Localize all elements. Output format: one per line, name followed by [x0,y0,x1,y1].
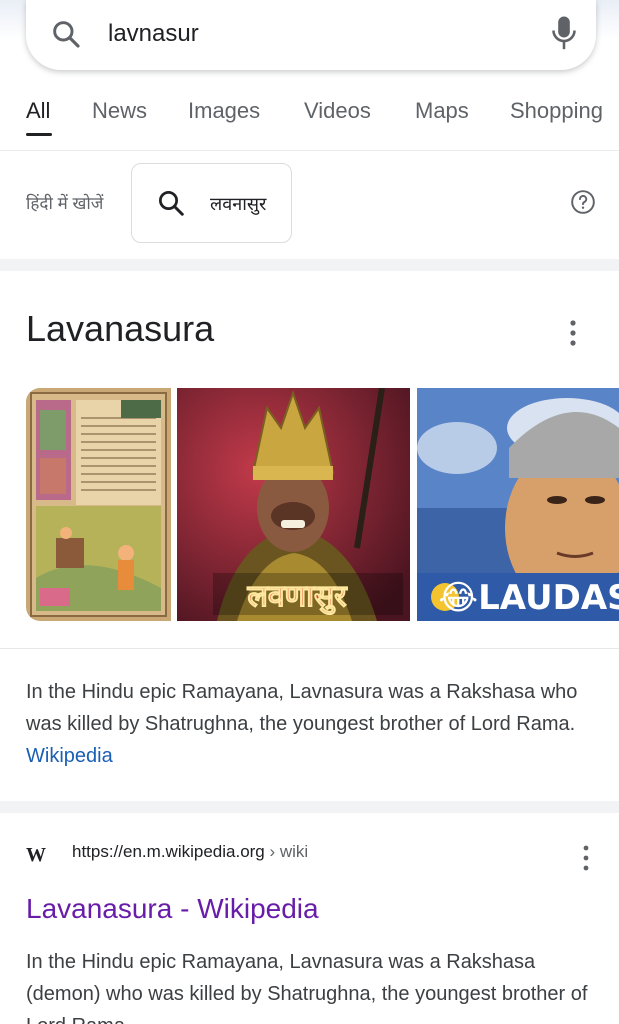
result-more-options-icon[interactable] [576,844,596,872]
description-text: In the Hindu epic Ramayana, Lavnasura wa… [26,681,578,735]
section-separator [0,259,619,271]
actor-image-caption: लवणासुर [246,579,348,615]
knowledge-panel-divider [0,648,619,649]
result-domain: https://en.m.wikipedia.org [72,842,265,861]
more-options-icon[interactable] [562,318,584,348]
search-tabs: All News Images Videos Maps Shopping [0,90,619,150]
search-icon [159,191,184,216]
image-thumbnail-actor[interactable]: लवणासुर [177,388,410,621]
search-bar[interactable]: lavnasur [26,0,596,70]
result-snippet: In the Hindu epic Ramayana, Lavnasura wa… [26,951,588,1024]
manuscript-image [26,388,171,621]
image-thumbnail-manuscript[interactable] [26,388,171,621]
search-input[interactable]: lavnasur [108,20,199,48]
knowledge-panel-description: In the Hindu epic Ramayana, Lavnasura wa… [26,676,606,772]
help-icon[interactable] [570,189,596,215]
microphone-icon[interactable] [550,14,578,54]
tab-shopping[interactable]: Shopping [510,98,603,124]
meme-image-caption: 😂LAUDAS [438,578,619,618]
tab-news[interactable]: News [92,98,147,124]
wikipedia-link[interactable]: Wikipedia [26,745,113,767]
result-title-link[interactable]: Lavanasura - Wikipedia [26,893,319,925]
image-thumbnail-meme[interactable]: 😂LAUDAS [417,388,619,621]
header-area: lavnasur All News Images Videos Maps Sho… [0,0,619,151]
tab-all[interactable]: All [26,98,50,124]
section-separator [0,801,619,813]
hindi-search-label: हिंदी में खोजें [26,194,104,213]
tab-videos[interactable]: Videos [304,98,371,124]
tab-maps[interactable]: Maps [415,98,469,124]
hindi-search-row: हिंदी में खोजें लवनासुर [0,151,619,259]
tab-images[interactable]: Images [188,98,260,124]
result-url[interactable]: https://en.m.wikipedia.org › wiki [72,842,308,862]
hindi-query: लवनासुर [210,194,267,214]
actor-image: लवणासुर [177,388,410,621]
knowledge-panel-title: Lavanasura [26,308,215,349]
wikipedia-favicon-icon: W [26,844,46,866]
active-tab-indicator [26,133,52,136]
search-icon[interactable] [50,18,82,50]
hindi-search-chip[interactable]: लवनासुर [131,163,292,243]
meme-image: 😂LAUDAS [417,388,619,621]
result-breadcrumb: › wiki [264,842,309,861]
